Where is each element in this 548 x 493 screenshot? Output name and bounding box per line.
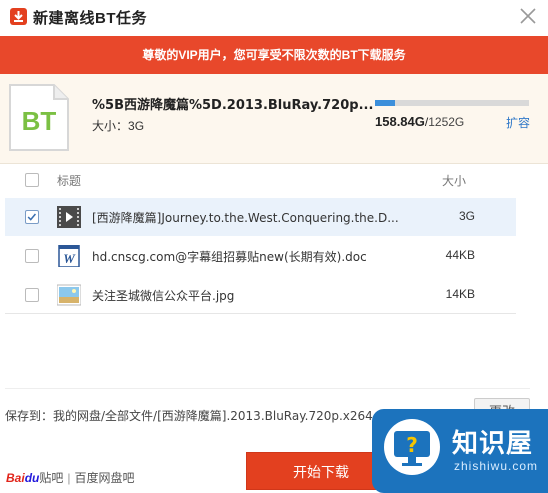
vip-banner: 尊敬的VIP用户，您可享受不限次数的BT下载服务 bbox=[0, 36, 548, 74]
torrent-size-value: 3G bbox=[128, 119, 145, 133]
quota-total: 1252G bbox=[428, 115, 465, 129]
column-size: 大小 bbox=[442, 174, 467, 188]
column-title: 标题 bbox=[57, 174, 82, 188]
baidu-separator: | bbox=[67, 471, 71, 485]
image-file-icon bbox=[57, 284, 81, 306]
bt-file-icon: BT bbox=[9, 84, 69, 151]
quota-progress-bar bbox=[375, 100, 529, 106]
divider bbox=[5, 388, 530, 389]
word-doc-icon: W bbox=[58, 245, 80, 267]
close-icon[interactable] bbox=[517, 5, 539, 27]
file-row[interactable]: [西游降魔篇]Journey.to.the.West.Conquering.th… bbox=[5, 198, 516, 236]
torrent-size: 大小：3G bbox=[92, 117, 144, 134]
svg-text:?: ? bbox=[406, 433, 418, 457]
download-logo-icon bbox=[10, 8, 27, 25]
baidu-credit: Baidu贴吧 | 百度网盘吧 bbox=[6, 469, 135, 486]
baidu-logo-bai: Bai bbox=[6, 471, 25, 485]
torrent-info-panel: BT %5B西游降魔篇%5D.2013.BluRay.720p... 大小：3G… bbox=[0, 74, 548, 164]
file-checkbox[interactable] bbox=[25, 288, 39, 302]
file-row[interactable]: 关注圣城微信公众平台.jpg 14KB bbox=[5, 276, 516, 314]
watermark-sub: zhishiwu.com bbox=[454, 459, 539, 473]
baidu-pan-bar: 百度网盘吧 bbox=[74, 471, 135, 485]
monitor-question-icon: ? bbox=[384, 419, 440, 475]
file-row[interactable]: W hd.cnscg.com@字幕组招募贴new(长期有效).doc 44KB bbox=[5, 237, 516, 275]
file-size: 44KB bbox=[445, 248, 475, 262]
baidu-tieba: 贴吧 bbox=[39, 471, 64, 485]
file-list: 标题 大小 [西游降魔篇]Journey.to.the.West.Conquer… bbox=[5, 164, 516, 314]
file-checkbox[interactable] bbox=[25, 249, 39, 263]
save-path-label: 保存到： bbox=[5, 409, 54, 423]
quota-text: 158.84G/1252G bbox=[375, 114, 464, 129]
quota-used: 158.84G bbox=[375, 114, 425, 129]
video-file-icon bbox=[57, 206, 81, 228]
title-bar: 新建离线BT任务 bbox=[0, 0, 548, 36]
file-size: 3G bbox=[458, 209, 475, 223]
file-title: 关注圣城微信公众平台.jpg bbox=[92, 289, 235, 303]
bt-icon-label: BT bbox=[22, 106, 57, 136]
torrent-filename: %5B西游降魔篇%5D.2013.BluRay.720p... bbox=[92, 98, 374, 113]
file-list-header: 标题 大小 bbox=[5, 164, 516, 196]
watermark-main: 知识屋 bbox=[452, 429, 534, 459]
zhishiwu-watermark: ? 知识屋 zhishiwu.com bbox=[372, 409, 548, 493]
baidu-logo-du: du bbox=[24, 471, 40, 485]
file-checkbox[interactable] bbox=[25, 210, 39, 224]
expand-capacity-link[interactable]: 扩容 bbox=[506, 114, 530, 131]
file-size: 14KB bbox=[445, 287, 475, 301]
window-title: 新建离线BT任务 bbox=[33, 10, 147, 27]
torrent-size-label: 大小： bbox=[92, 119, 129, 133]
file-title: hd.cnscg.com@字幕组招募贴new(长期有效).doc bbox=[92, 250, 367, 264]
select-all-checkbox[interactable] bbox=[25, 173, 39, 187]
quota-progress-fill bbox=[375, 100, 395, 106]
svg-text:W: W bbox=[63, 251, 76, 266]
file-title: [西游降魔篇]Journey.to.the.West.Conquering.th… bbox=[92, 211, 399, 225]
checkmark-icon bbox=[27, 213, 37, 221]
